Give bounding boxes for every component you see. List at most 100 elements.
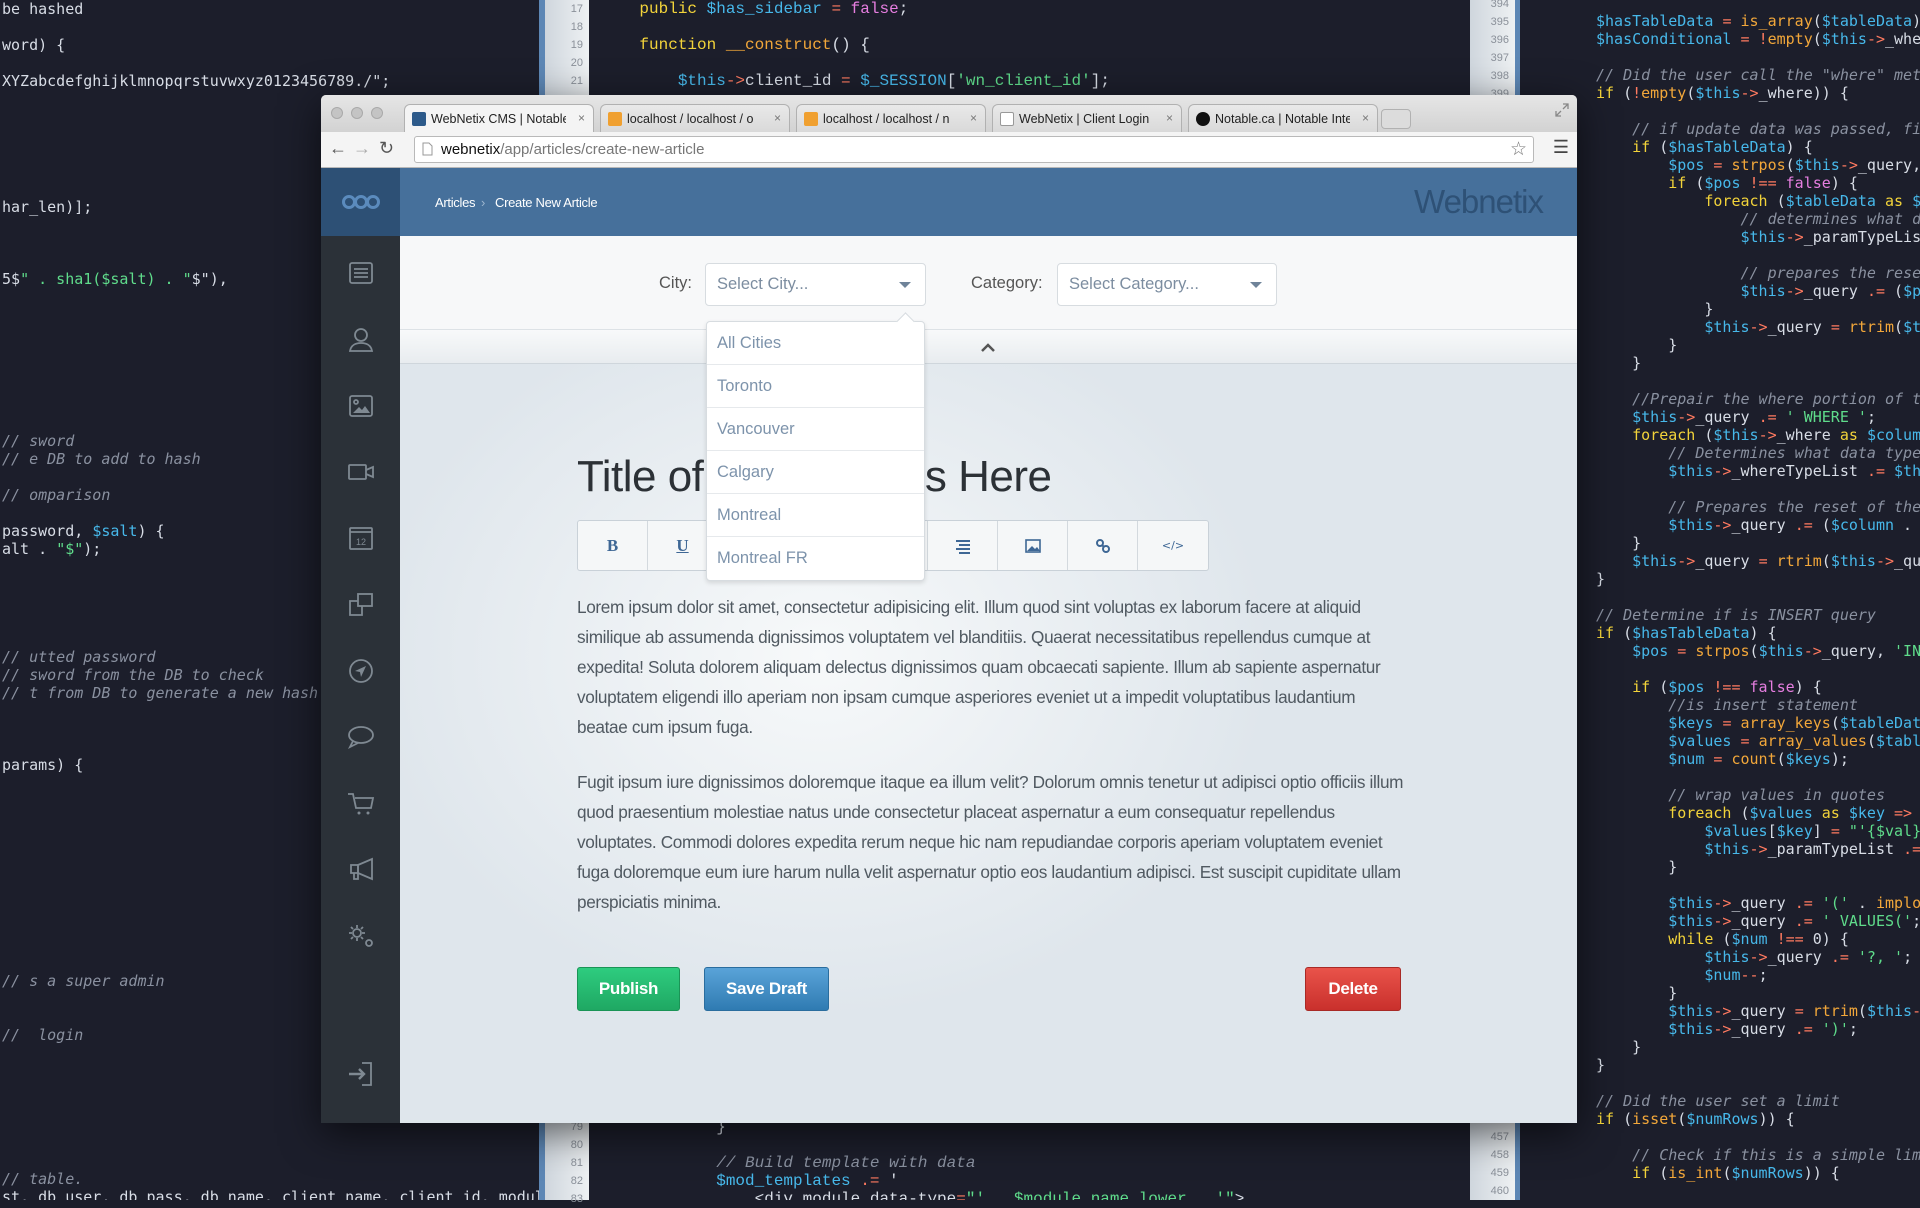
city-option[interactable]: Montreal: [707, 494, 924, 537]
code-line: $num = count($keys);: [1668, 750, 1849, 768]
filter-collapse-bar[interactable]: [400, 330, 1577, 364]
sidebar-item-pages[interactable]: [346, 590, 376, 620]
sidebar-item-articles[interactable]: [346, 258, 376, 288]
phpmyadmin-icon: [608, 112, 622, 126]
code-line: $num--;: [1704, 966, 1768, 984]
line-numbers: 394 395 396 397 398 399: [1491, 0, 1509, 103]
close-tab-icon[interactable]: ×: [1166, 111, 1173, 125]
sidebar-item-comments[interactable]: [346, 722, 376, 752]
back-button[interactable]: ←: [329, 138, 347, 159]
breadcrumb-articles[interactable]: Articles: [435, 195, 476, 210]
menu-icon[interactable]: ☰: [1553, 137, 1569, 158]
city-select[interactable]: Select City...: [705, 263, 926, 306]
browser-tab[interactable]: localhost / localhost / o ×: [600, 104, 790, 132]
browser-tab[interactable]: WebNetix CMS | Notable ×: [404, 104, 594, 132]
close-tab-icon[interactable]: ×: [970, 111, 977, 125]
publish-button[interactable]: Publish: [577, 967, 680, 1011]
address-bar[interactable]: webnetix/app/articles/create-new-article…: [414, 136, 1534, 163]
article-paragraph[interactable]: Fugit ipsum iure dignissimos doloremque …: [577, 767, 1407, 917]
code-line: function __construct() {: [639, 36, 870, 54]
code-line: // Prepares the reset of the SQL query: [1668, 498, 1920, 516]
minimize-window-button[interactable]: [351, 107, 363, 119]
tab-bar: WebNetix CMS | Notable × localhost / local…: [321, 95, 1577, 132]
city-label: City:: [659, 274, 692, 292]
code-block: public $has_sidebar = false; function __…: [601, 0, 1110, 90]
fullscreen-icon[interactable]: [1555, 103, 1569, 117]
forward-button[interactable]: →: [353, 138, 371, 159]
line-number: 398: [1490, 70, 1509, 82]
code-line: $values[$key] = "'{$val}'";: [1704, 822, 1920, 840]
sidebar-item-navigation[interactable]: [346, 656, 376, 686]
link-button[interactable]: [1068, 521, 1138, 570]
bookmark-star-icon[interactable]: ☆: [1510, 138, 1527, 161]
city-option[interactable]: Vancouver: [707, 408, 924, 451]
logo[interactable]: [321, 168, 400, 236]
city-select-value: Select City...: [717, 275, 809, 293]
tab-title: localhost / localhost / n: [823, 112, 950, 126]
align-right-icon: [955, 539, 970, 554]
close-tab-icon[interactable]: ×: [1362, 111, 1369, 125]
sidebar-item-calendar[interactable]: 12: [346, 523, 376, 553]
chevron-up-icon[interactable]: [980, 340, 996, 356]
city-option[interactable]: Calgary: [707, 451, 924, 494]
line-number: 21: [570, 75, 583, 87]
sidebar-item-video[interactable]: [346, 457, 376, 487]
line-number: 20: [570, 57, 583, 69]
line-number: 395: [1490, 16, 1509, 28]
city-option[interactable]: Toronto: [707, 365, 924, 408]
code-line: $this->_query .= ' WHERE ';: [1632, 408, 1876, 426]
code-line: $values = array_values($tableData);: [1668, 732, 1920, 750]
cart-icon: [348, 793, 375, 815]
bold-icon: B: [606, 535, 619, 555]
code-button[interactable]: </>: [1138, 521, 1208, 570]
chevron-down-icon: [1250, 282, 1262, 288]
code-line: //is insert statement: [1668, 696, 1858, 714]
sidebar-item-images[interactable]: [346, 391, 376, 421]
close-tab-icon[interactable]: ×: [578, 111, 585, 125]
code-line: }: [1596, 984, 1678, 1002]
code-line: foreach ($values as $key => $val) {: [1668, 804, 1913, 822]
align-right-button[interactable]: [928, 521, 998, 570]
bold-button[interactable]: B: [578, 521, 648, 570]
sidebar-item-users[interactable]: [346, 324, 376, 354]
browser-tab[interactable]: WebNetix | Client Login ×: [992, 104, 1182, 132]
image-button[interactable]: [998, 521, 1068, 570]
category-label: Category:: [971, 274, 1043, 292]
code-line: $this->_paramTypeList .= $this->_determi…: [1740, 228, 1920, 246]
code-line: }: [1596, 858, 1678, 876]
category-select[interactable]: Select Category...: [1057, 263, 1277, 306]
sidebar-item-settings[interactable]: [346, 921, 376, 951]
browser-tab[interactable]: localhost / localhost / n ×: [796, 104, 986, 132]
close-window-button[interactable]: [331, 107, 343, 119]
new-tab-button[interactable]: [1381, 109, 1411, 129]
code-line: foreach ($this->_where as $column => $va…: [1632, 426, 1920, 444]
browser-tab[interactable]: Notable.ca | Notable Inte ×: [1188, 104, 1378, 132]
city-option[interactable]: Montreal FR: [707, 537, 924, 580]
underline-icon: U: [676, 535, 689, 555]
delete-button[interactable]: Delete: [1305, 967, 1401, 1011]
city-option[interactable]: All Cities: [707, 322, 924, 365]
calendar-icon: 12: [349, 527, 373, 551]
sidebar-item-cart[interactable]: [346, 788, 376, 818]
url-host: webnetix: [441, 141, 501, 158]
zoom-window-button[interactable]: [371, 107, 383, 119]
sidebar-logout[interactable]: [346, 1059, 376, 1089]
sidebar-item-announcements[interactable]: [346, 855, 376, 885]
settings-icon: [349, 925, 373, 947]
close-tab-icon[interactable]: ×: [774, 111, 781, 125]
article-paragraph[interactable]: Lorem ipsum dolor sit amet, consectetur …: [577, 592, 1407, 742]
category-select-value: Select Category...: [1069, 275, 1199, 293]
articles-icon: [349, 262, 373, 284]
phpmyadmin-icon: [804, 112, 818, 126]
line-number: 397: [1490, 52, 1509, 64]
code-line: word) {: [2, 36, 66, 54]
save-draft-button[interactable]: Save Draft: [704, 967, 829, 1011]
chevron-down-icon: [899, 282, 911, 288]
reload-button[interactable]: ↻: [379, 138, 394, 159]
code-line: $hasConditional = !empty($this->_where);: [1596, 30, 1920, 48]
